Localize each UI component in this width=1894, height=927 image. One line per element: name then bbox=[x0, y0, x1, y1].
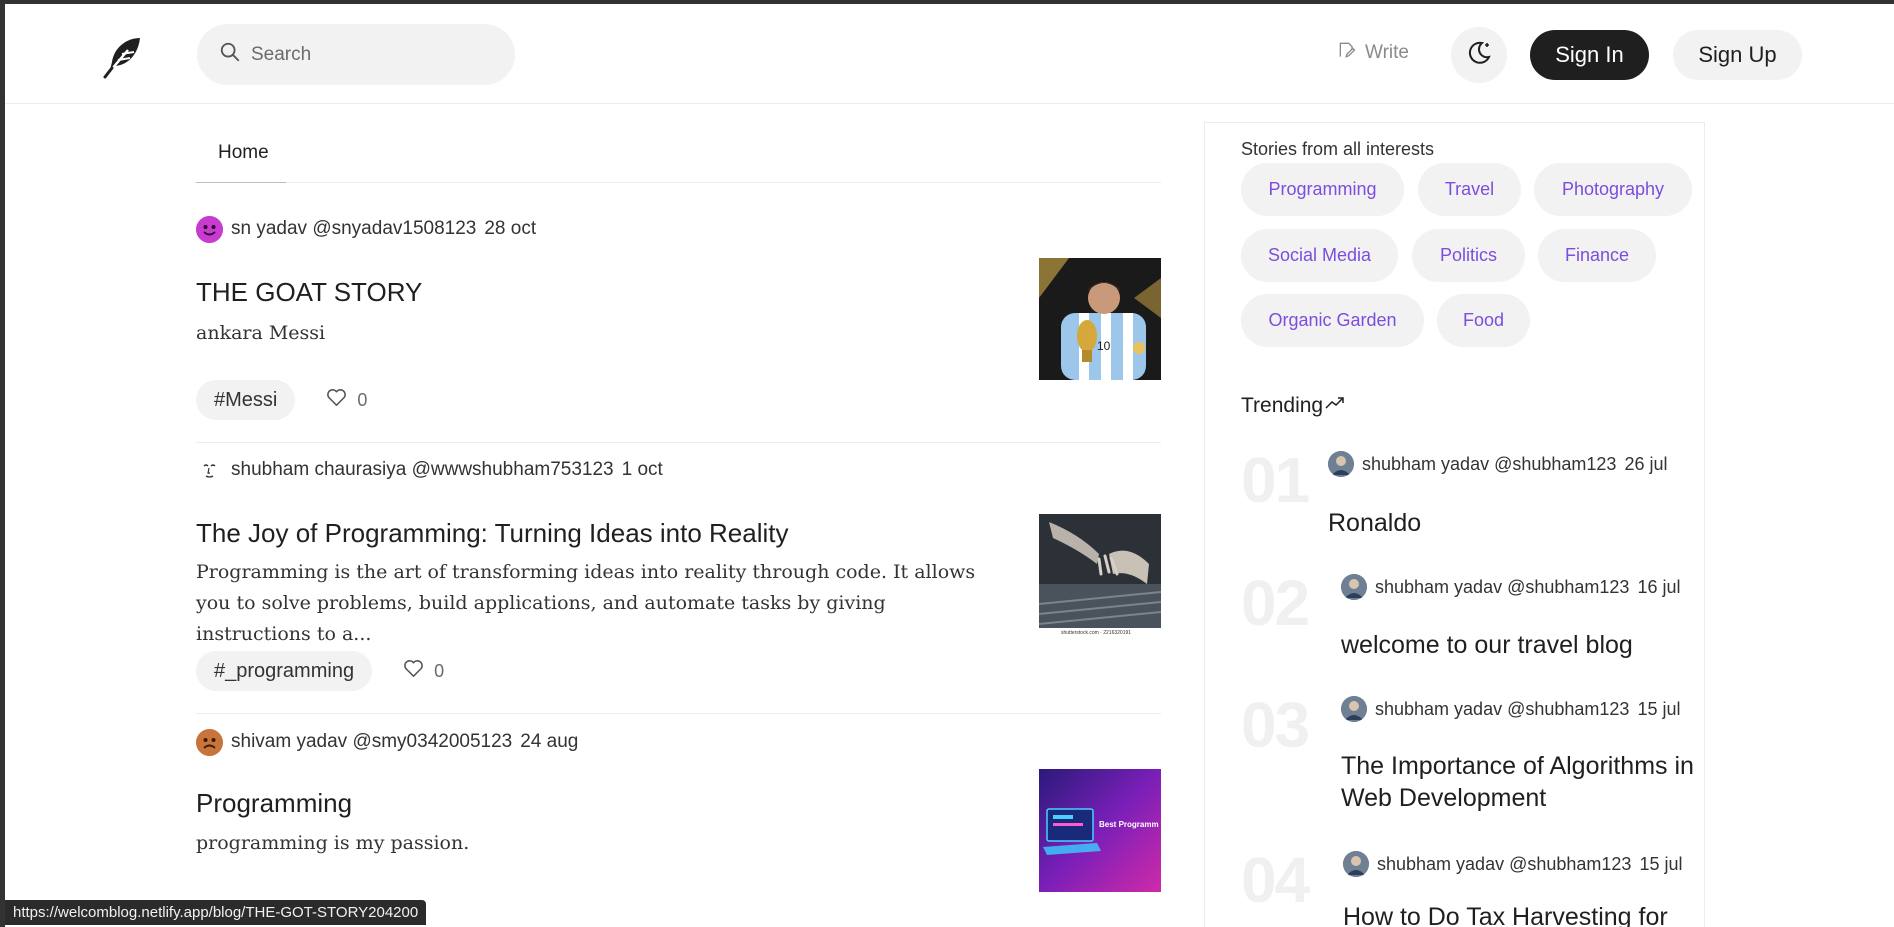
post-tag[interactable]: #_programming bbox=[196, 651, 373, 691]
trending-item[interactable]: 02 shubham yadav @shubham123 16 jul welc… bbox=[1241, 566, 1701, 676]
post-author-row: shivam yadav @smy0342005123 24 aug bbox=[196, 727, 1161, 757]
post-divider bbox=[196, 442, 1161, 443]
avatar[interactable] bbox=[1341, 574, 1367, 600]
topic-chip-social-media[interactable]: Social Media bbox=[1241, 229, 1398, 282]
write-icon bbox=[1337, 40, 1365, 66]
trending-author-row: shubham yadav @shubham123 16 jul bbox=[1341, 574, 1680, 600]
trending-author-row: shubham yadav @shubham123 15 jul bbox=[1343, 851, 1682, 877]
topic-chip-organic-garden[interactable]: Organic Garden bbox=[1241, 294, 1424, 347]
avatar[interactable] bbox=[196, 728, 223, 756]
search-icon bbox=[219, 41, 241, 68]
trending-author[interactable]: shubham yadav @shubham123 bbox=[1362, 454, 1616, 475]
heart-icon bbox=[402, 657, 434, 685]
post-title[interactable]: The Joy of Programming: Turning Ideas in… bbox=[196, 518, 789, 549]
post-description: ankara Messi bbox=[196, 322, 326, 344]
post-card[interactable]: sn yadav @snyadav1508123 28 oct THE GOAT… bbox=[196, 214, 1161, 434]
trending-date: 16 jul bbox=[1637, 576, 1681, 597]
trending-title[interactable]: How to Do Tax Harvesting for bbox=[1343, 901, 1668, 927]
post-description: programming is my passion. bbox=[196, 832, 470, 854]
trending-title[interactable]: Ronaldo bbox=[1328, 507, 1421, 539]
window-frame-left bbox=[0, 0, 5, 927]
interests-heading: Stories from all interests bbox=[1241, 139, 1435, 159]
post-thumbnail[interactable]: shutterstock.com · 2216320191 bbox=[1039, 514, 1161, 636]
write-button[interactable]: Write bbox=[1337, 40, 1409, 66]
topic-chip-travel[interactable]: Travel bbox=[1418, 163, 1521, 216]
post-tag[interactable]: #Messi bbox=[196, 380, 296, 420]
theme-toggle-button[interactable] bbox=[1451, 27, 1507, 83]
trending-author-row: shubham yadav @shubham123 15 jul bbox=[1341, 696, 1680, 722]
topic-chip-politics[interactable]: Politics bbox=[1412, 229, 1525, 282]
feed-tabs: Home bbox=[196, 123, 1161, 183]
avatar[interactable] bbox=[1343, 851, 1369, 877]
thumbnail-caption: Best Programm to Master Your C bbox=[1099, 820, 1161, 829]
trending-author[interactable]: shubham yadav @shubham123 bbox=[1377, 854, 1631, 875]
trending-item[interactable]: 01 shubham yadav @shubham123 26 jul Rona… bbox=[1241, 443, 1701, 543]
sidebar: Stories from all interests Programming T… bbox=[1204, 122, 1705, 927]
trending-rank: 01 bbox=[1241, 444, 1310, 516]
post-title[interactable]: THE GOAT STORY bbox=[196, 277, 422, 308]
post-divider bbox=[196, 713, 1161, 714]
search-input[interactable] bbox=[251, 43, 491, 66]
trending-title[interactable]: The Importance of Algorithms in Web Deve… bbox=[1341, 750, 1701, 814]
post-thumbnail[interactable]: Best Programm to Master Your C bbox=[1039, 769, 1161, 892]
trending-rank: 03 bbox=[1241, 689, 1310, 761]
post-footer: #_programming 0 bbox=[196, 651, 444, 691]
trending-heading: Trending bbox=[1241, 393, 1345, 419]
navbar: Write Sign In Sign Up bbox=[5, 4, 1894, 104]
trending-up-icon bbox=[1323, 393, 1345, 419]
write-label: Write bbox=[1365, 42, 1409, 63]
link-status-bar: https://welcomblog.netlify.app/blog/THE-… bbox=[5, 900, 427, 925]
svg-text:shutterstock.com · 2216320191: shutterstock.com · 2216320191 bbox=[1061, 630, 1131, 636]
trending-rank: 02 bbox=[1241, 567, 1310, 639]
search-box[interactable] bbox=[197, 24, 515, 85]
trending-author-row: shubham yadav @shubham123 26 jul bbox=[1328, 451, 1667, 477]
topic-chip-food[interactable]: Food bbox=[1437, 294, 1530, 347]
trending-item[interactable]: 04 shubham yadav @shubham123 15 jul How … bbox=[1241, 843, 1701, 927]
trending-author[interactable]: shubham yadav @shubham123 bbox=[1375, 577, 1629, 598]
trending-date: 26 jul bbox=[1624, 453, 1668, 474]
like-button[interactable]: 0 bbox=[325, 386, 367, 414]
trending-label: Trending bbox=[1241, 394, 1324, 417]
trending-date: 15 jul bbox=[1639, 853, 1683, 874]
tab-home[interactable]: Home bbox=[196, 123, 286, 183]
post-author[interactable]: sn yadav @snyadav1508123 bbox=[231, 218, 476, 240]
trending-date: 15 jul bbox=[1637, 698, 1681, 719]
post-date: 28 oct bbox=[484, 218, 537, 239]
post-thumbnail[interactable]: 10 bbox=[1039, 258, 1161, 380]
post-card[interactable]: shivam yadav @smy0342005123 24 aug Progr… bbox=[196, 727, 1161, 927]
like-count: 0 bbox=[357, 389, 368, 410]
like-button[interactable]: 0 bbox=[402, 657, 444, 685]
topic-chip-programming[interactable]: Programming bbox=[1241, 163, 1404, 216]
heart-icon bbox=[325, 386, 357, 414]
avatar[interactable] bbox=[1328, 451, 1354, 477]
post-author-row: sn yadav @snyadav1508123 28 oct bbox=[196, 214, 1161, 244]
post-date: 1 oct bbox=[621, 459, 663, 480]
post-description: Programming is the art of transforming i… bbox=[196, 561, 976, 645]
post-date: 24 aug bbox=[520, 731, 579, 752]
topic-chip-finance[interactable]: Finance bbox=[1538, 229, 1656, 282]
sign-in-button[interactable]: Sign In bbox=[1530, 30, 1649, 80]
post-author-row: shubham chaurasiya @wwwshubham753123 1 o… bbox=[196, 455, 1161, 485]
post-footer: #Messi 0 bbox=[196, 380, 367, 420]
post-card[interactable]: shubham chaurasiya @wwwshubham753123 1 o… bbox=[196, 455, 1161, 695]
post-author[interactable]: shivam yadav @smy0342005123 bbox=[231, 731, 512, 753]
sign-up-button[interactable]: Sign Up bbox=[1673, 30, 1802, 80]
trending-author[interactable]: shubham yadav @shubham123 bbox=[1375, 699, 1629, 720]
post-title[interactable]: Programming bbox=[196, 788, 352, 819]
like-count: 0 bbox=[434, 660, 445, 681]
moon-icon bbox=[1465, 39, 1493, 72]
avatar[interactable] bbox=[196, 215, 223, 243]
trending-item[interactable]: 03 shubham yadav @shubham123 15 jul The … bbox=[1241, 688, 1701, 828]
trending-title[interactable]: welcome to our travel blog bbox=[1341, 629, 1633, 661]
topic-chip-photography[interactable]: Photography bbox=[1534, 163, 1692, 216]
trending-rank: 04 bbox=[1241, 844, 1310, 916]
avatar[interactable] bbox=[196, 456, 223, 484]
avatar[interactable] bbox=[1341, 696, 1367, 722]
post-author[interactable]: shubham chaurasiya @wwwshubham753123 bbox=[231, 459, 614, 481]
feather-logo-icon[interactable] bbox=[100, 32, 148, 80]
svg-text:10: 10 bbox=[1097, 339, 1111, 353]
